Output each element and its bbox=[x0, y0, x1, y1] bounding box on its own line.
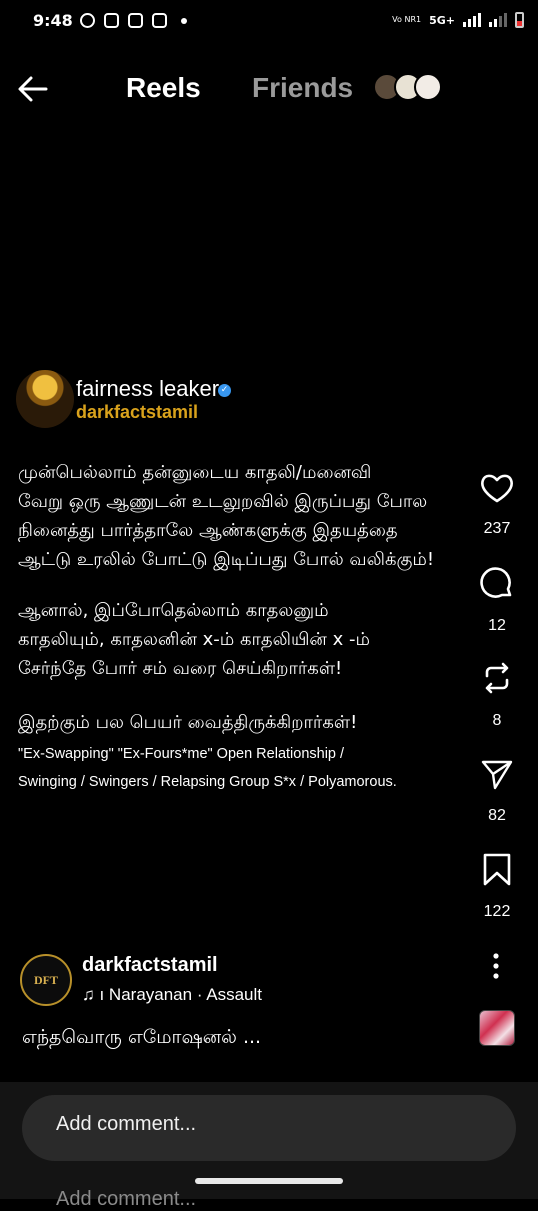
audio-track-label: ı Narayanan · Assault bbox=[99, 985, 263, 1004]
share-icon[interactable] bbox=[479, 756, 515, 792]
music-note-icon: ♫ bbox=[82, 985, 100, 1004]
bookmark-icon[interactable] bbox=[479, 852, 515, 888]
overlay-paragraph: முன்பெல்லாம் தன்னுடைய காதலி/மனைவி வேறு ஒ… bbox=[18, 458, 498, 574]
repost-icon[interactable] bbox=[479, 660, 515, 696]
whatsapp-icon bbox=[80, 13, 95, 28]
overlay-line: இதற்கும் பல பெயர் வைத்திருக்கிறார்கள்! bbox=[18, 712, 358, 733]
overlay-brand-name: fairness leaker bbox=[76, 376, 220, 401]
friend-avatar bbox=[414, 73, 442, 101]
system-status-icons: Vo NR1 5G+ bbox=[392, 12, 524, 28]
status-time: 9:48 bbox=[33, 11, 73, 30]
overlay-english-text: "Ex-Swapping" "Ex-Fours*me" Open Relatio… bbox=[18, 740, 488, 796]
instagram-icon bbox=[128, 13, 143, 28]
signal-icon bbox=[463, 13, 481, 27]
overlay-paragraph: ஆனால், இப்போதெல்லாம் காதலனும் காதலியும்,… bbox=[18, 596, 498, 683]
like-count: 237 bbox=[483, 520, 511, 537]
comment-placeholder-peek: Add comment... bbox=[56, 1188, 197, 1210]
instagram-icon bbox=[152, 13, 167, 28]
overlay-line: வேறு ஒரு ஆணுடன் உடலுறவில் இருப்பது போல bbox=[18, 491, 428, 512]
overlay-line: "Ex-Swapping" "Ex-Fours*me" Open Relatio… bbox=[18, 746, 345, 762]
author-avatar[interactable]: DFT bbox=[20, 954, 72, 1006]
more-options-icon[interactable] bbox=[484, 951, 508, 981]
comment-placeholder: Add comment... bbox=[56, 1113, 197, 1135]
share-count: 82 bbox=[488, 807, 506, 824]
volte-label: Vo NR1 bbox=[392, 15, 422, 24]
tab-friends[interactable]: Friends bbox=[252, 72, 353, 104]
overlay-line: நினைத்து பார்த்தாலே ஆண்களுக்கு இதயத்தை bbox=[18, 520, 398, 541]
overlay-paragraph: இதற்கும் பல பெயர் வைத்திருக்கிறார்கள்! bbox=[18, 708, 498, 737]
heart-icon[interactable] bbox=[479, 470, 515, 506]
audio-thumbnail[interactable] bbox=[479, 1010, 515, 1046]
back-arrow-icon[interactable] bbox=[16, 72, 50, 106]
signal-icon bbox=[489, 13, 507, 27]
overlay-line: காதலியும், காதலனின் x-ம் காதலியின் x -ம் bbox=[18, 629, 370, 650]
network-type: 5G+ bbox=[429, 13, 455, 27]
home-indicator[interactable] bbox=[195, 1178, 343, 1184]
overlay-line: சேர்ந்தே போர் சம் வரை செய்கிறார்கள்! bbox=[18, 658, 343, 679]
instagram-icon bbox=[104, 13, 119, 28]
overlay-line: Swinging / Swingers / Relapsing Group S*… bbox=[18, 774, 397, 790]
tab-reels[interactable]: Reels bbox=[126, 72, 201, 104]
overlay-avatar bbox=[16, 370, 74, 428]
more-notifications-dot bbox=[181, 18, 187, 24]
save-count: 122 bbox=[483, 903, 511, 920]
status-bar: 9:48 Vo NR1 5G+ bbox=[0, 0, 538, 44]
overlay-line: முன்பெல்லாம் தன்னுடைய காதலி/மனைவி bbox=[18, 462, 372, 483]
battery-icon bbox=[515, 12, 524, 28]
verified-badge-icon: ✓ bbox=[218, 384, 231, 397]
repost-count: 8 bbox=[492, 712, 502, 729]
comment-count: 12 bbox=[488, 617, 506, 634]
author-name[interactable]: darkfactstamil bbox=[82, 954, 218, 977]
overlay-line: ஆட்டு உரலில் போட்டு இடிப்பது போல் வலிக்க… bbox=[18, 549, 435, 570]
comment-icon[interactable] bbox=[479, 566, 515, 602]
overlay-handle: darkfactstamil bbox=[76, 402, 199, 422]
post-caption[interactable]: எந்தவொரு எமோஷனல் ... bbox=[22, 1026, 261, 1051]
overlay-line: ஆனால், இப்போதெல்லாம் காதலனும் bbox=[18, 600, 329, 621]
audio-track[interactable]: ♫ ı Narayanan · Assault bbox=[82, 985, 262, 1005]
